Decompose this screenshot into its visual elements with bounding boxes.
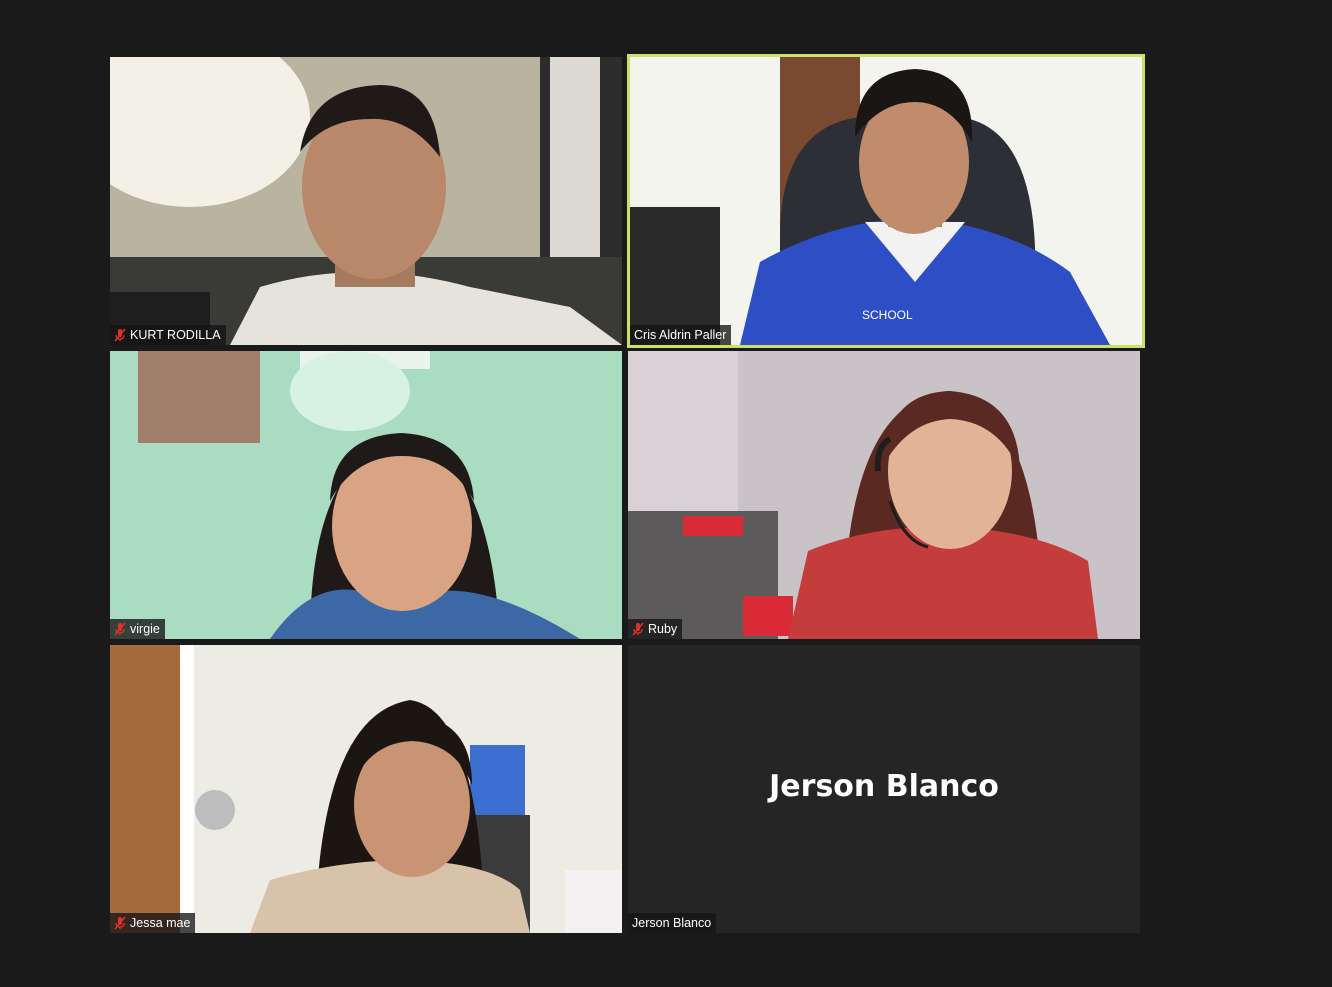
participant-video [110,645,622,933]
video-tile-kurt-rodilla[interactable]: KURT RODILLA [110,57,622,345]
participant-video [110,351,622,639]
participant-name: Cris Aldrin Paller [634,328,727,342]
participant-video [110,57,622,345]
microphone-muted-icon [114,328,126,342]
participant-name-tag: Cris Aldrin Paller [630,325,732,345]
participant-name: Jessa mae [130,916,191,930]
microphone-muted-icon [114,916,126,930]
participant-name-tag: KURT RODILLA [110,325,226,345]
video-tile-jerson-blanco[interactable]: Jerson Blanco Jerson Blanco [628,645,1140,933]
video-tile-ruby[interactable]: Ruby [628,351,1140,639]
participant-name-tag: Jessa mae [110,913,196,933]
participant-video: SCHOOL [630,57,1142,345]
participant-name: Ruby [648,622,678,636]
participant-name-tag: virgie [110,619,165,639]
participant-name: virgie [130,622,160,636]
participant-name: KURT RODILLA [130,328,221,342]
microphone-muted-icon [114,622,126,636]
video-off-name: Jerson Blanco [769,769,999,804]
participant-video [628,351,1140,639]
participant-name-tag: Ruby [628,619,683,639]
video-tile-jessa-mae[interactable]: Jessa mae [110,645,622,933]
video-tile-cris-aldrin-paller[interactable]: SCHOOL Cris Aldrin Paller [627,54,1145,348]
microphone-muted-icon [632,622,644,636]
video-tile-virgie[interactable]: virgie [110,351,622,639]
svg-text:SCHOOL: SCHOOL [862,308,913,322]
participant-name-tag: Jerson Blanco [628,913,717,933]
participant-name: Jerson Blanco [632,916,712,930]
